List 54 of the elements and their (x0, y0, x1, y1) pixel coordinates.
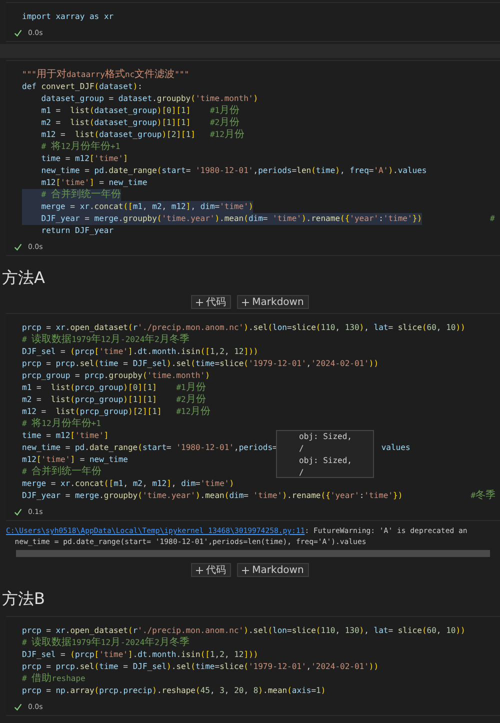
code-line: prcp = xr.open_dataset(r'./precip.mon.anom.nc').sel(lon=slice(110, 130), lat= slice(60, 10)) (22, 322, 466, 334)
code-line: # 合并到统一年份 (22, 466, 102, 478)
code-line: prcp = xr.open_dataset(r'./precip.mon.anom.nc').sel(lon=slice(110, 130), lat= slice(60, 10)) (22, 625, 466, 636)
code-line: # 读取数据1979年12月-2024年2月冬季 (22, 637, 190, 649)
plus-icon (196, 298, 204, 306)
code-line: m1 = list(prcp_group)[0][1] #1月份 (22, 382, 206, 394)
popup-text: / (299, 467, 304, 477)
code-line: # 借助reshape (22, 673, 86, 685)
code-line: DJF_sel = (prcp['time'].dt.month.isin([1,2, 12])) (22, 649, 258, 661)
check-icon (14, 508, 22, 516)
add-cell-button[interactable]: 代码 (191, 295, 232, 309)
code-line: m2 = list(prcp_group)[1][1] #2月份 (22, 394, 206, 406)
check-icon (14, 29, 22, 37)
code-line: # 将12月份年份+1 (40, 141, 120, 153)
code-line: import xarray as xr (22, 11, 114, 23)
code-line: """用于对dataarry格式nc文件滤波""" (22, 69, 190, 81)
code-line: m12['time'] = new_time (40, 177, 148, 188)
code-line: DJF_sel = (prcp['time'].dt.month.isin([1,2, 12])) (22, 346, 258, 358)
section-heading: 方法B (2, 589, 45, 608)
plus-icon (196, 566, 204, 574)
code-line: dataset_group = dataset.groupby('time.month') (40, 93, 258, 105)
check-icon (14, 703, 22, 711)
code-line: time = m12['time'] (40, 153, 128, 165)
code-line: # 将12月份年份+1 (22, 418, 101, 430)
code-line: m12 = list(dataset_group)[2][1] #12月份 (40, 129, 244, 141)
code-line: m12['time'] = new_time (22, 454, 128, 466)
code-line: prcp = prcp.sel(time = DJF_sel).sel(time=slice('1979-12-01','2024-02-01')) (22, 661, 379, 672)
plus-icon (242, 566, 250, 574)
code-line: m2 = list(dataset_group)[1][1] #2月份 (40, 117, 240, 129)
code-line: prcp = np.array(prcp.precip).reshape(45, 3, 20, 8).mean(axis=1) (22, 685, 326, 697)
plus-icon (242, 298, 250, 306)
scrollbar[interactable] (16, 550, 490, 557)
code-line: prcp = prcp.sel(time = DJF_sel).sel(time=slice('1979-12-01','2024-02-01')) (22, 358, 379, 370)
code-line: # 读取数据1979年12月-2024年2月冬季 (22, 334, 190, 346)
code-line: DJF_year = merge.groupby('time.year').mean(dim= 'time').rename({'year':'time'}) (22, 490, 403, 502)
popup-text: obj: Sized, (299, 431, 352, 443)
code-line: merge = xr.concat([m1, m2, m12], dim='time') (22, 478, 234, 490)
add-cell-button[interactable]: Markdown (237, 563, 309, 577)
code-line: time = m12['time'] (22, 430, 109, 442)
code-line: def convert_DJF(dataset): (22, 81, 142, 93)
code-line: new_time = pd.date_range(start= '1980-12-01',periods=len(time), freq='A').values (40, 165, 427, 177)
code-comment: # (490, 213, 495, 225)
section-heading: 方法A (2, 268, 45, 287)
code-line: return DJF_year (40, 225, 114, 237)
check-icon (14, 243, 22, 251)
popup-text: obj: Sized, (299, 455, 352, 467)
code-line: prcp_group = prcp.groupby('time.month') (22, 370, 210, 382)
code-comment: #冬季 (470, 490, 496, 502)
code-line: m1 = list(dataset_group)[0][1] #1月份 (40, 105, 240, 117)
add-cell-button[interactable]: 代码 (191, 563, 232, 577)
code-text: values (381, 442, 410, 454)
popup-text: / (299, 443, 304, 455)
add-cell-button[interactable]: Markdown (237, 295, 309, 309)
code-line: m12 = list(prcp_group)[2][1] #12月份 (22, 406, 211, 418)
